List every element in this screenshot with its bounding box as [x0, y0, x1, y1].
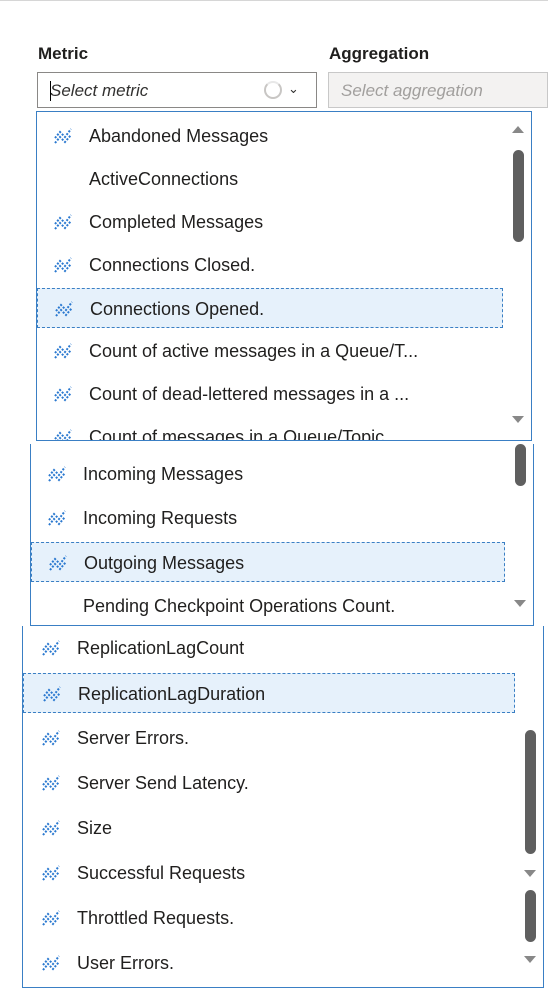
- loading-spinner-icon: [264, 81, 282, 99]
- top-divider: [0, 0, 548, 1]
- list-item[interactable]: Server Errors.: [23, 718, 515, 758]
- metric-icon: [53, 212, 75, 232]
- list-item[interactable]: Incoming Requests: [31, 498, 505, 538]
- scroll-thumb[interactable]: [513, 150, 524, 242]
- list-item-label: ReplicationLagDuration: [78, 684, 266, 704]
- list-item[interactable]: Connections Closed.: [37, 245, 503, 285]
- list-item[interactable]: Count of dead-lettered messages in a ...: [37, 374, 503, 414]
- list-item[interactable]: Count of messages in a Queue/Topic: [37, 417, 503, 441]
- list-item-label: Size: [77, 818, 113, 838]
- list-item[interactable]: Pending Checkpoint Operations Count.: [31, 586, 505, 625]
- scroll-down-icon[interactable]: [524, 956, 536, 963]
- scroll-thumb[interactable]: [525, 890, 536, 942]
- list-item-label: Count of messages in a Queue/Topic: [89, 427, 385, 441]
- list-item[interactable]: Throttled Requests.: [23, 898, 515, 938]
- list-item[interactable]: Connections Opened.: [37, 288, 503, 328]
- list-item[interactable]: Incoming Messages: [31, 454, 505, 494]
- list-item-label: ActiveConnections: [89, 169, 239, 189]
- metric-icon: [41, 773, 63, 793]
- scroll-thumb[interactable]: [515, 444, 526, 486]
- metric-icon: [42, 684, 64, 704]
- list-item[interactable]: Abandoned Messages: [37, 116, 503, 156]
- scrollbar[interactable]: [517, 626, 543, 987]
- metric-icon: [53, 126, 75, 146]
- scroll-down-icon[interactable]: [524, 870, 536, 877]
- metric-dropdown-panel-3[interactable]: ReplicationLagCount ReplicationLagDuratio…: [22, 626, 544, 988]
- metric-icon: [47, 508, 69, 528]
- list-item-label: Server Send Latency.: [77, 773, 249, 793]
- list-item[interactable]: Outgoing Messages: [31, 542, 505, 582]
- scroll-thumb[interactable]: [525, 730, 536, 854]
- metric-icon: [41, 908, 63, 928]
- scrollbar[interactable]: [507, 444, 533, 625]
- list-item[interactable]: Size: [23, 808, 515, 848]
- list-item-label: Throttled Requests.: [77, 908, 235, 928]
- metric-icon: [53, 341, 75, 361]
- aggregation-select[interactable]: Select aggregation: [328, 72, 548, 108]
- metric-dropdown-panel-2[interactable]: Incoming Messages Incoming Requests Outgoi…: [30, 444, 534, 626]
- chevron-down-icon[interactable]: ⌄: [288, 81, 299, 97]
- list-item[interactable]: User Errors.: [23, 943, 515, 983]
- list-item-label: ReplicationLagCount: [77, 638, 245, 658]
- list-item-label: Abandoned Messages: [89, 126, 269, 146]
- metric-icon: [53, 384, 75, 404]
- list-item-label: Outgoing Messages: [84, 553, 245, 573]
- aggregation-label: Aggregation: [329, 44, 430, 63]
- list-item-label: Count of dead-lettered messages in a ...: [89, 384, 410, 404]
- list-item-label: Incoming Messages: [83, 464, 244, 484]
- metric-icon: [47, 464, 69, 484]
- metric-icon: [41, 638, 63, 658]
- list-item[interactable]: Successful Requests: [23, 853, 515, 893]
- list-item[interactable]: Server Send Latency.: [23, 763, 515, 803]
- scroll-down-icon[interactable]: [514, 600, 526, 607]
- list-item-label: Connections Closed.: [89, 255, 256, 275]
- metric-icon: [48, 553, 70, 573]
- scroll-down-icon[interactable]: [512, 416, 524, 423]
- metric-icon: [53, 427, 75, 440]
- list-item-label: Incoming Requests: [83, 508, 238, 528]
- list-item[interactable]: ReplicationLagCount: [23, 628, 515, 668]
- text-caret: [50, 81, 51, 101]
- list-item[interactable]: ReplicationLagDuration: [23, 673, 515, 713]
- metric-icon: [53, 255, 75, 275]
- list-item-label: Completed Messages: [89, 212, 264, 232]
- scrollbar[interactable]: [505, 112, 531, 440]
- metric-dropdown-panel-1[interactable]: Abandoned Messages ActiveConnections Compl…: [36, 111, 532, 441]
- list-item-label: Successful Requests: [77, 863, 246, 883]
- metric-icon: [41, 818, 63, 838]
- metric-icon: [41, 953, 63, 973]
- metric-icon: [54, 299, 76, 319]
- metric-icon: [41, 728, 63, 748]
- list-item-label: Server Errors.: [77, 728, 190, 748]
- list-item[interactable]: Completed Messages: [37, 202, 503, 242]
- metric-icon: [41, 863, 63, 883]
- metric-select[interactable]: Select metric ⌄: [37, 72, 317, 108]
- list-item[interactable]: Count of active messages in a Queue/T...: [37, 331, 503, 371]
- metric-label: Metric: [38, 44, 89, 63]
- scroll-up-icon[interactable]: [512, 126, 524, 133]
- list-item-label: Connections Opened.: [90, 299, 265, 319]
- metric-placeholder: Select metric: [50, 81, 149, 100]
- list-item-label: Count of active messages in a Queue/T...: [89, 341, 419, 361]
- list-item-label: User Errors.: [77, 953, 175, 973]
- list-item-label: Pending Checkpoint Operations Count.: [83, 596, 396, 616]
- aggregation-placeholder: Select aggregation: [341, 81, 483, 100]
- list-item[interactable]: ActiveConnections: [37, 159, 503, 199]
